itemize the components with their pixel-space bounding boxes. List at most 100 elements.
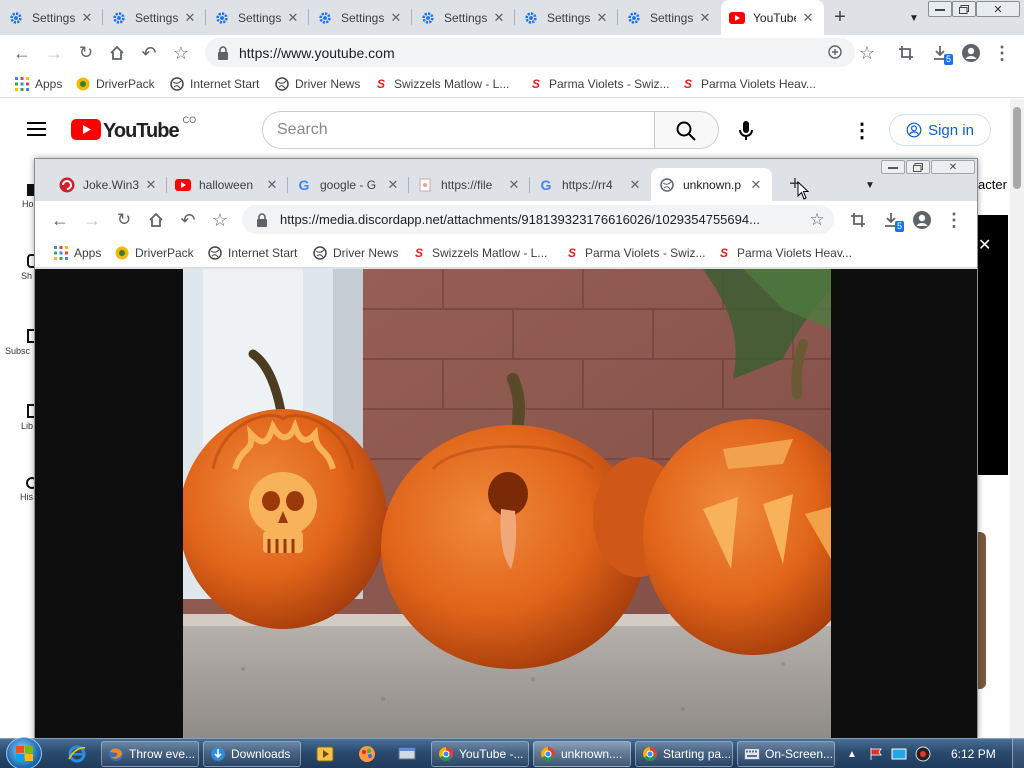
taskbar-item-starting-page[interactable]: Starting pa... bbox=[635, 741, 733, 767]
show-desktop-icon[interactable] bbox=[397, 744, 417, 764]
sidebar-item-shorts[interactable]: Sh bbox=[0, 254, 37, 294]
close-icon[interactable]: ✕ bbox=[978, 235, 991, 255]
star-icon[interactable]: ☆ bbox=[210, 210, 230, 230]
undo-icon[interactable]: ↶ bbox=[139, 43, 159, 63]
taskbar-item-on-screen-keyboard[interactable]: On-Screen... bbox=[737, 741, 835, 767]
home-icon[interactable] bbox=[146, 210, 166, 230]
close-tab-icon[interactable]: ✕ bbox=[264, 177, 280, 193]
chip-text[interactable]: acter bbox=[978, 177, 1007, 192]
profile-avatar-icon[interactable] bbox=[960, 42, 981, 63]
bookmark-internet-start[interactable]: Internet Start bbox=[169, 76, 274, 92]
tray-expand-icon[interactable]: ▲ bbox=[842, 744, 862, 764]
close-tab-icon[interactable]: ✕ bbox=[285, 10, 301, 26]
close-tab-icon[interactable]: ✕ bbox=[627, 177, 643, 193]
close-tab-icon[interactable]: ✕ bbox=[79, 10, 95, 26]
start-button[interactable] bbox=[6, 737, 42, 768]
bookmark-swizzels-matlow[interactable]: S Swizzels Matlow - L... bbox=[373, 76, 528, 92]
menu-kebab-icon[interactable]: ⋮ bbox=[993, 43, 1011, 63]
bookmark-parma-violets-swiz[interactable]: S Parma Violets - Swiz... bbox=[564, 245, 716, 261]
menu-kebab-icon[interactable]: ⋮ bbox=[945, 210, 963, 230]
close-tab-icon[interactable]: ✕ bbox=[800, 10, 816, 26]
tab-youtube[interactable]: YouTube ✕ bbox=[721, 0, 824, 35]
bookmark-driverpack[interactable]: DriverPack bbox=[75, 76, 169, 92]
bookmark-driverpack[interactable]: DriverPack bbox=[114, 245, 207, 261]
tab-search-chevron-icon[interactable]: ▼ bbox=[863, 178, 877, 192]
close-tab-icon[interactable]: ✕ bbox=[748, 177, 764, 193]
restore-window-button[interactable] bbox=[952, 1, 976, 17]
network-display-icon[interactable] bbox=[889, 744, 909, 764]
taskbar-item-firefox[interactable]: Throw eve... bbox=[101, 741, 199, 767]
tab-halloween[interactable]: halloween ✕ bbox=[167, 168, 288, 201]
taskbar-item-unknown[interactable]: unknown.... bbox=[533, 741, 631, 767]
tab-joke-win32[interactable]: Joke.Win32 ✕ bbox=[51, 168, 167, 201]
profile-avatar-icon[interactable] bbox=[911, 209, 932, 230]
close-tab-icon[interactable]: ✕ bbox=[385, 177, 401, 193]
crop-icon[interactable] bbox=[896, 43, 916, 63]
bookmark-parma-violets-heav[interactable]: S Parma Violets Heav... bbox=[716, 245, 856, 261]
downloads-icon[interactable]: 5 bbox=[929, 41, 953, 65]
tab-settings-7[interactable]: Settings ✕ bbox=[618, 0, 721, 35]
bookmark-parma-violets-heav[interactable]: S Parma Violets Heav... bbox=[680, 76, 820, 92]
close-tab-icon[interactable]: ✕ bbox=[594, 10, 610, 26]
volume-icon[interactable] bbox=[913, 744, 933, 764]
star-icon[interactable]: ☆ bbox=[171, 43, 191, 63]
tab-settings-5[interactable]: Settings ✕ bbox=[412, 0, 515, 35]
forward-arrow-icon[interactable]: → bbox=[82, 210, 102, 230]
taskbar-item-downloads[interactable]: Downloads bbox=[203, 741, 301, 767]
close-window-button[interactable]: ✕ bbox=[976, 1, 1020, 17]
address-bar[interactable]: https://media.discordapp.net/attachments… bbox=[242, 205, 834, 234]
bookmark-star-icon[interactable]: ☆ bbox=[857, 43, 877, 63]
pumpkins-photo[interactable] bbox=[183, 269, 831, 740]
search-button[interactable] bbox=[655, 111, 719, 149]
scrollbar-thumb[interactable] bbox=[1013, 107, 1021, 189]
tab-file-url[interactable]: https://file ✕ bbox=[409, 168, 530, 201]
reload-icon[interactable]: ↻ bbox=[114, 210, 134, 230]
tab-settings-2[interactable]: Settings ✕ bbox=[103, 0, 206, 35]
show-desktop-button[interactable] bbox=[1012, 739, 1024, 768]
bookmark-parma-violets-swiz[interactable]: S Parma Violets - Swiz... bbox=[528, 76, 680, 92]
bookmark-swizzels-matlow[interactable]: S Swizzels Matlow - L... bbox=[411, 245, 564, 261]
taskbar-item-youtube[interactable]: YouTube -... bbox=[431, 741, 529, 767]
address-bar[interactable]: https://www.youtube.com bbox=[205, 38, 855, 67]
paint-icon[interactable] bbox=[357, 744, 377, 764]
microphone-icon[interactable] bbox=[736, 120, 756, 142]
new-tab-button[interactable]: + bbox=[830, 6, 850, 28]
close-tab-icon[interactable]: ✕ bbox=[491, 10, 507, 26]
tab-settings-6[interactable]: Settings ✕ bbox=[515, 0, 618, 35]
bookmark-driver-news[interactable]: Driver News bbox=[312, 245, 411, 261]
undo-icon[interactable]: ↶ bbox=[178, 210, 198, 230]
sidebar-item-history[interactable]: His bbox=[0, 477, 37, 517]
internet-explorer-icon[interactable] bbox=[67, 744, 87, 764]
restore-window-button[interactable] bbox=[906, 160, 930, 174]
youtube-logo[interactable]: YouTube CO bbox=[71, 115, 196, 143]
bookmark-star-icon[interactable]: ☆ bbox=[807, 210, 827, 230]
action-center-flag-icon[interactable] bbox=[866, 744, 886, 764]
bookmark-internet-start[interactable]: Internet Start bbox=[207, 245, 312, 261]
close-tab-icon[interactable]: ✕ bbox=[506, 177, 522, 193]
reload-icon[interactable]: ↻ bbox=[76, 43, 96, 63]
settings-kebab-icon[interactable]: ⋮ bbox=[852, 119, 872, 142]
back-arrow-icon[interactable]: ← bbox=[50, 210, 70, 230]
hamburger-menu-icon[interactable] bbox=[26, 120, 46, 138]
video-thumbnail[interactable] bbox=[978, 532, 986, 689]
tab-rr4-url[interactable]: G https://rr4 ✕ bbox=[530, 168, 651, 201]
close-window-button[interactable]: ✕ bbox=[931, 160, 975, 174]
page-scrollbar[interactable] bbox=[1010, 99, 1024, 739]
tab-settings-3[interactable]: Settings ✕ bbox=[206, 0, 309, 35]
install-app-icon[interactable] bbox=[827, 44, 843, 60]
bookmark-apps[interactable]: Apps bbox=[53, 245, 114, 261]
system-clock[interactable]: 6:12 PM bbox=[951, 747, 996, 761]
sidebar-item-library[interactable]: Lib bbox=[0, 404, 37, 444]
tab-settings-1[interactable]: Settings ✕ bbox=[0, 0, 103, 35]
tab-search-chevron-icon[interactable]: ▼ bbox=[906, 11, 922, 25]
bookmark-apps[interactable]: Apps bbox=[14, 76, 75, 92]
minimize-window-button[interactable] bbox=[928, 1, 952, 17]
forward-arrow-icon[interactable]: → bbox=[44, 43, 64, 63]
sign-in-button[interactable]: Sign in bbox=[889, 114, 991, 146]
back-arrow-icon[interactable]: ← bbox=[12, 43, 32, 63]
close-tab-icon[interactable]: ✕ bbox=[697, 10, 713, 26]
crop-icon[interactable] bbox=[848, 210, 868, 230]
home-icon[interactable] bbox=[107, 43, 127, 63]
tab-google-search[interactable]: G google - G ✕ bbox=[288, 168, 409, 201]
downloads-icon[interactable]: 5 bbox=[880, 208, 904, 232]
